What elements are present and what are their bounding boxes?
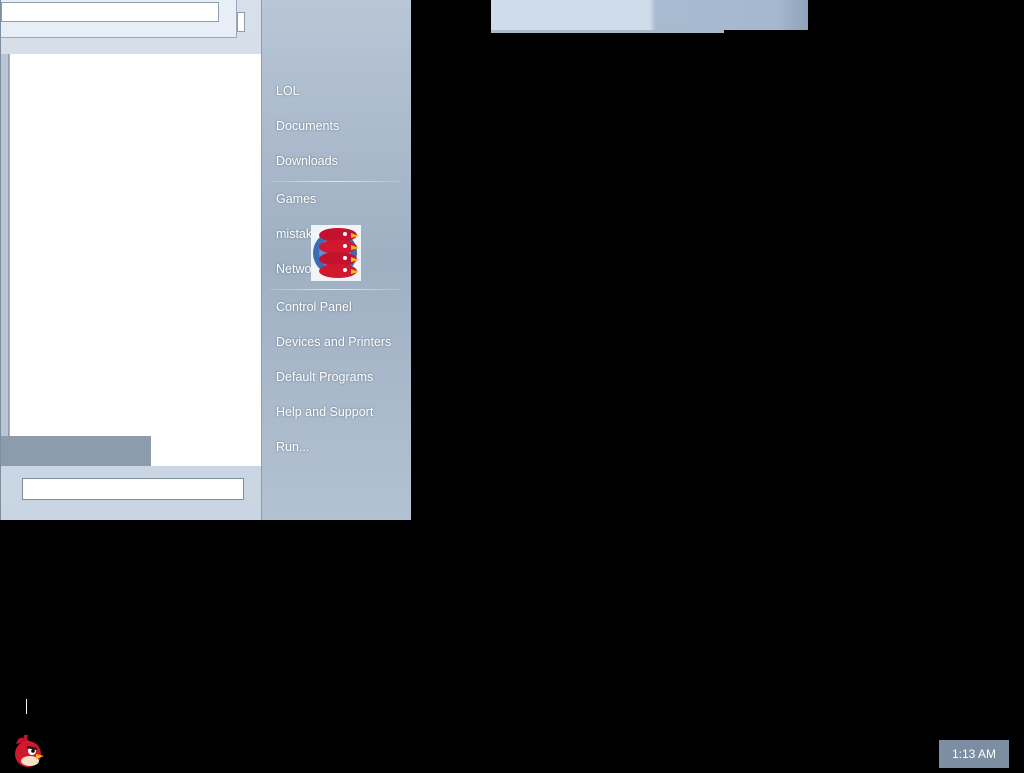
angry-birds-stacked-icon[interactable]	[311, 225, 361, 281]
menu-separator	[270, 289, 400, 290]
text-cursor	[26, 699, 27, 714]
menu-item-network[interactable]: Netwo	[276, 262, 311, 276]
menu-item-run[interactable]: Run...	[276, 440, 309, 454]
top-input-field[interactable]	[1, 2, 219, 22]
left-rail	[1, 54, 9, 466]
menu-item-games[interactable]: Games	[276, 192, 316, 206]
menu-separator	[270, 181, 400, 182]
menu-item-mistak[interactable]: mistak	[276, 227, 312, 241]
top-strip-tab[interactable]	[237, 12, 245, 32]
angry-bird-icon[interactable]	[10, 732, 46, 768]
all-programs-bar[interactable]	[1, 436, 151, 466]
menu-item-lol[interactable]: LOL	[276, 84, 300, 98]
floating-bar-underline	[491, 30, 724, 33]
start-menu-top-strip	[1, 0, 237, 38]
menu-item-devices-and-printers[interactable]: Devices and Printers	[276, 335, 391, 349]
start-search-input[interactable]	[22, 478, 244, 500]
taskbar-clock[interactable]: 1:13 AM	[939, 740, 1009, 768]
menu-item-documents[interactable]: Documents	[276, 119, 339, 133]
menu-item-control-panel[interactable]: Control Panel	[276, 300, 352, 314]
menu-item-downloads[interactable]: Downloads	[276, 154, 338, 168]
start-menu-left-pane	[1, 0, 262, 520]
menu-item-default-programs[interactable]: Default Programs	[276, 370, 373, 384]
floating-title-bar[interactable]	[491, 0, 808, 30]
program-list[interactable]	[9, 54, 261, 466]
menu-item-help-and-support[interactable]: Help and Support	[276, 405, 373, 419]
